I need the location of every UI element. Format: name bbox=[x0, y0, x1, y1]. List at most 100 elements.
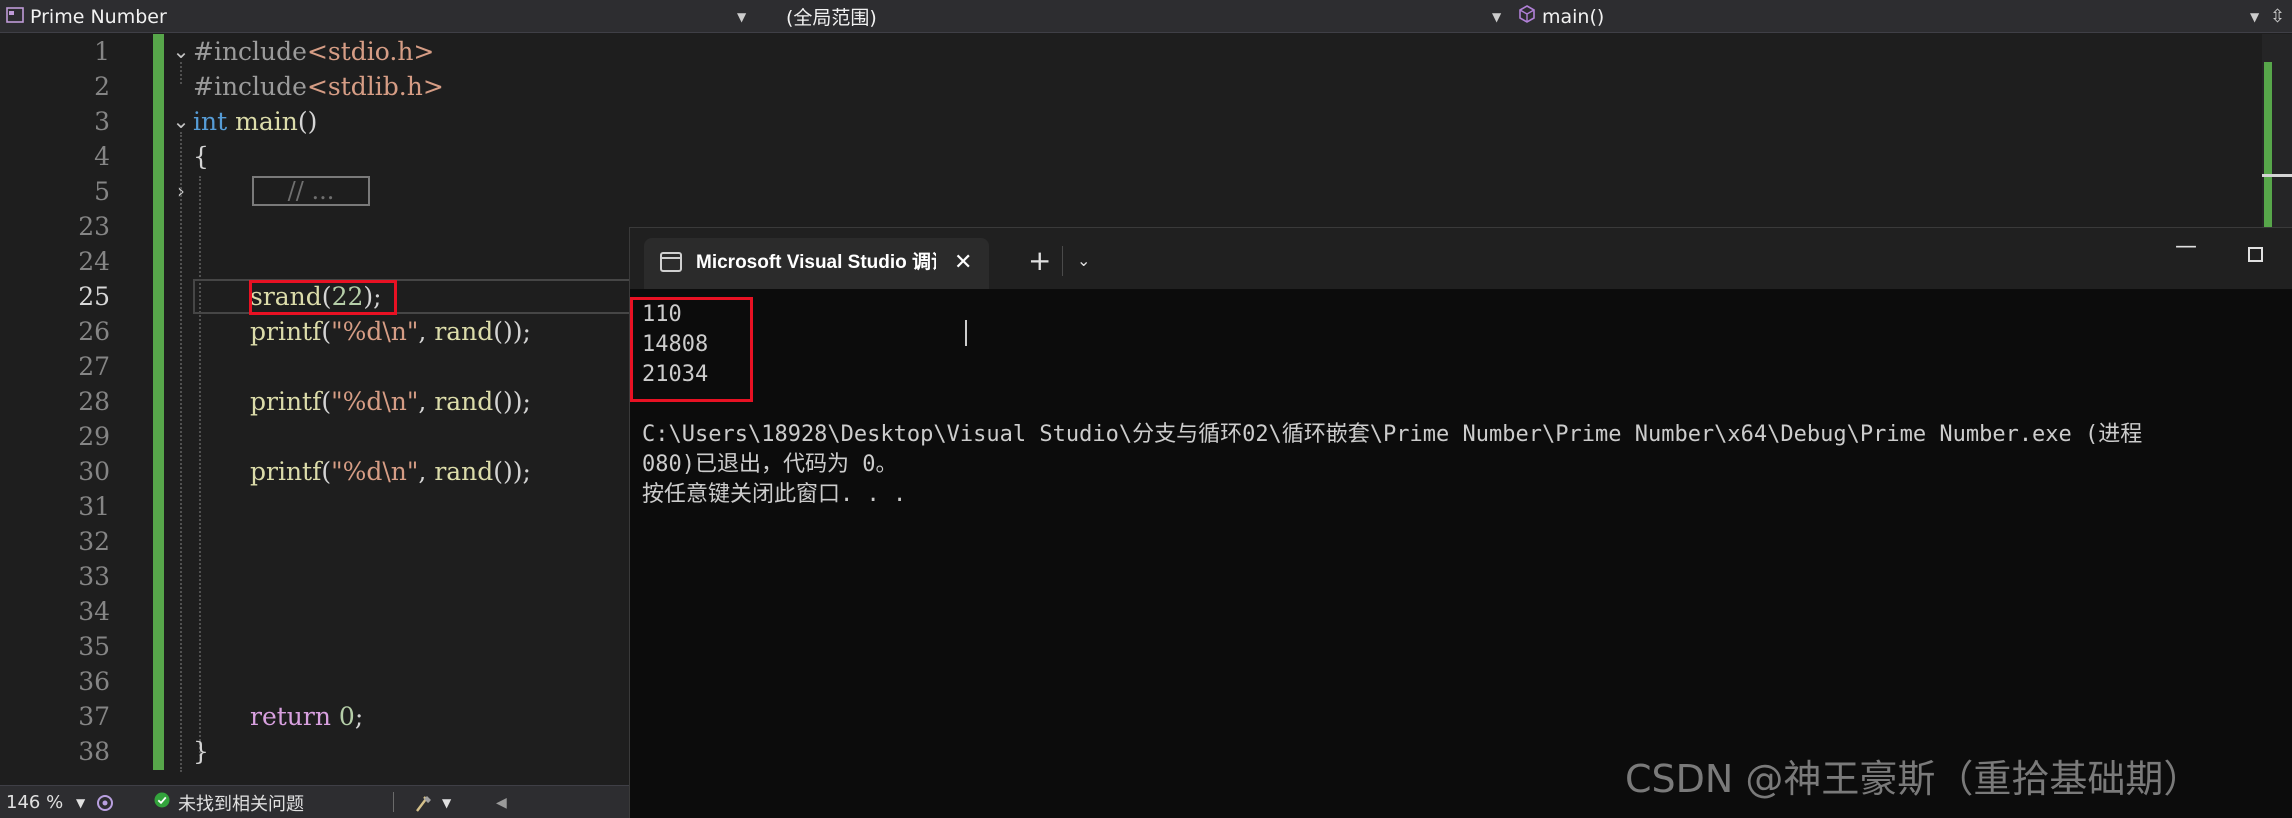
project-dropdown[interactable]: Prime Number bbox=[6, 0, 746, 33]
number-literal: 0 bbox=[338, 702, 355, 731]
line-number: 32 bbox=[78, 527, 110, 556]
code-line-3: int main() bbox=[193, 104, 317, 139]
split-editor-icon[interactable]: ⇳ bbox=[2270, 0, 2285, 33]
press-key-prompt: 按任意键关闭此窗口. . . bbox=[642, 482, 907, 507]
cleanup-chevron-down-icon[interactable]: ▼ bbox=[442, 786, 451, 818]
debug-console-window[interactable]: Microsoft Visual Studio 调试控制台 ✕ + ⌄ — 11… bbox=[629, 227, 2292, 818]
code-line-37: return 0; bbox=[250, 699, 363, 734]
new-tab-plus-icon[interactable]: + bbox=[1028, 238, 1051, 283]
zoom-chevron-down-icon[interactable]: ▼ bbox=[76, 786, 85, 818]
function-name: main bbox=[235, 107, 298, 136]
line-number: 31 bbox=[78, 492, 110, 521]
line-number: 38 bbox=[78, 737, 110, 766]
minimize-icon[interactable]: — bbox=[2175, 234, 2197, 259]
header-name: <stdio.h> bbox=[306, 37, 435, 66]
member-label: main() bbox=[1542, 5, 1605, 28]
punctuation: , bbox=[418, 457, 435, 486]
issues-label: 未找到相关问题 bbox=[178, 793, 304, 815]
srand-highlight-box bbox=[249, 280, 397, 315]
project-dropdown-chevron-icon[interactable]: ▼ bbox=[737, 0, 746, 33]
output-highlight-box bbox=[630, 297, 753, 402]
text-cursor bbox=[965, 320, 967, 346]
console-title-bar: Microsoft Visual Studio 调试控制台 ✕ + ⌄ — bbox=[630, 228, 2292, 289]
punctuation: ()); bbox=[493, 457, 531, 486]
line-number: 29 bbox=[78, 422, 110, 451]
scroll-left-icon[interactable]: ◀ bbox=[496, 786, 507, 818]
open-brace: { bbox=[193, 142, 209, 171]
status-divider bbox=[393, 792, 394, 812]
punctuation: ( bbox=[321, 317, 332, 346]
line-number: 24 bbox=[78, 247, 110, 276]
scope-dropdown[interactable]: (全局范围) bbox=[786, 0, 1486, 33]
check-circle-icon bbox=[154, 792, 170, 813]
line-number: 30 bbox=[78, 457, 110, 486]
code-line-38: } bbox=[193, 734, 209, 769]
tab-dropdown-chevron-icon[interactable]: ⌄ bbox=[1077, 238, 1090, 283]
line-number: 26 bbox=[78, 317, 110, 346]
console-app-icon bbox=[660, 252, 682, 272]
indent-guide bbox=[180, 62, 182, 84]
console-tab[interactable]: Microsoft Visual Studio 调试控制台 ✕ bbox=[644, 238, 989, 289]
cleanup-brush-icon[interactable] bbox=[414, 786, 436, 818]
collapsed-region[interactable]: // ... bbox=[252, 176, 370, 206]
member-dropdown[interactable]: main() bbox=[1518, 0, 2258, 33]
code-line-28: printf("%d\n", rand()); bbox=[250, 384, 531, 419]
line-number: 35 bbox=[78, 632, 110, 661]
member-dropdown-chevron-icon[interactable]: ▼ bbox=[2250, 0, 2259, 33]
string-literal: "%d\n" bbox=[331, 457, 419, 486]
line-number: 37 bbox=[78, 702, 110, 731]
punctuation: ()); bbox=[493, 387, 531, 416]
method-cube-icon bbox=[1518, 5, 1536, 28]
code-line-26: printf("%d\n", rand()); bbox=[250, 314, 531, 349]
line-number: 33 bbox=[78, 562, 110, 591]
indent-guide bbox=[180, 132, 182, 772]
scope-dropdown-chevron-icon[interactable]: ▼ bbox=[1492, 0, 1501, 33]
line-number: 27 bbox=[78, 352, 110, 381]
function-call: printf bbox=[250, 457, 322, 486]
string-literal: "%d\n" bbox=[331, 387, 419, 416]
line-number: 5 bbox=[94, 177, 110, 206]
preprocessor-directive: #include bbox=[193, 37, 307, 66]
function-call: printf bbox=[250, 317, 322, 346]
code-line-2: #include<stdlib.h> bbox=[193, 69, 444, 104]
exit-message-line: 080)已退出，代码为 0。 bbox=[642, 452, 898, 477]
tab-separator bbox=[1062, 246, 1063, 276]
header-name: <stdlib.h> bbox=[306, 72, 444, 101]
maximize-icon[interactable] bbox=[2248, 247, 2263, 262]
line-number: 2 bbox=[94, 72, 110, 101]
punctuation: ; bbox=[354, 702, 364, 731]
code-line-30: printf("%d\n", rand()); bbox=[250, 454, 531, 489]
line-number: 34 bbox=[78, 597, 110, 626]
zoom-level[interactable]: 146 % bbox=[6, 786, 63, 818]
code-line-4: { bbox=[193, 139, 209, 174]
function-call: rand bbox=[434, 387, 494, 416]
keyword: int bbox=[193, 107, 228, 136]
punctuation: ( bbox=[321, 387, 332, 416]
function-call: rand bbox=[434, 457, 494, 486]
copilot-icon[interactable] bbox=[96, 786, 114, 818]
punctuation: , bbox=[418, 317, 435, 346]
line-number: 28 bbox=[78, 387, 110, 416]
function-call: printf bbox=[250, 387, 322, 416]
exit-message-line: C:\Users\18928\Desktop\Visual Studio\分支与… bbox=[642, 422, 2143, 447]
punctuation: ()); bbox=[493, 317, 531, 346]
punctuation: () bbox=[297, 107, 318, 136]
issues-status[interactable]: 未找到相关问题 bbox=[154, 786, 304, 818]
string-literal: "%d\n" bbox=[331, 317, 419, 346]
change-tracking-bar bbox=[153, 34, 164, 770]
function-call: rand bbox=[434, 317, 494, 346]
punctuation: ( bbox=[321, 457, 332, 486]
keyword: return bbox=[250, 702, 331, 731]
status-bar: 146 % ▼ 未找到相关问题 ▼ ◀ bbox=[0, 785, 630, 818]
line-number: 36 bbox=[78, 667, 110, 696]
code-line-1: #include<stdio.h> bbox=[193, 34, 434, 69]
tab-close-icon[interactable]: ✕ bbox=[954, 238, 972, 289]
close-brace: } bbox=[193, 737, 209, 766]
console-tab-title: Microsoft Visual Studio 调试控制台 bbox=[696, 252, 936, 273]
scrollbar-caret-marker bbox=[2262, 174, 2292, 177]
csdn-watermark: CSDN @神王豪斯（重拾基础期） bbox=[1625, 757, 2202, 801]
punctuation: , bbox=[418, 387, 435, 416]
line-number: 23 bbox=[78, 212, 110, 241]
current-line-number: 25 bbox=[78, 282, 110, 311]
indent-guide bbox=[199, 176, 201, 756]
